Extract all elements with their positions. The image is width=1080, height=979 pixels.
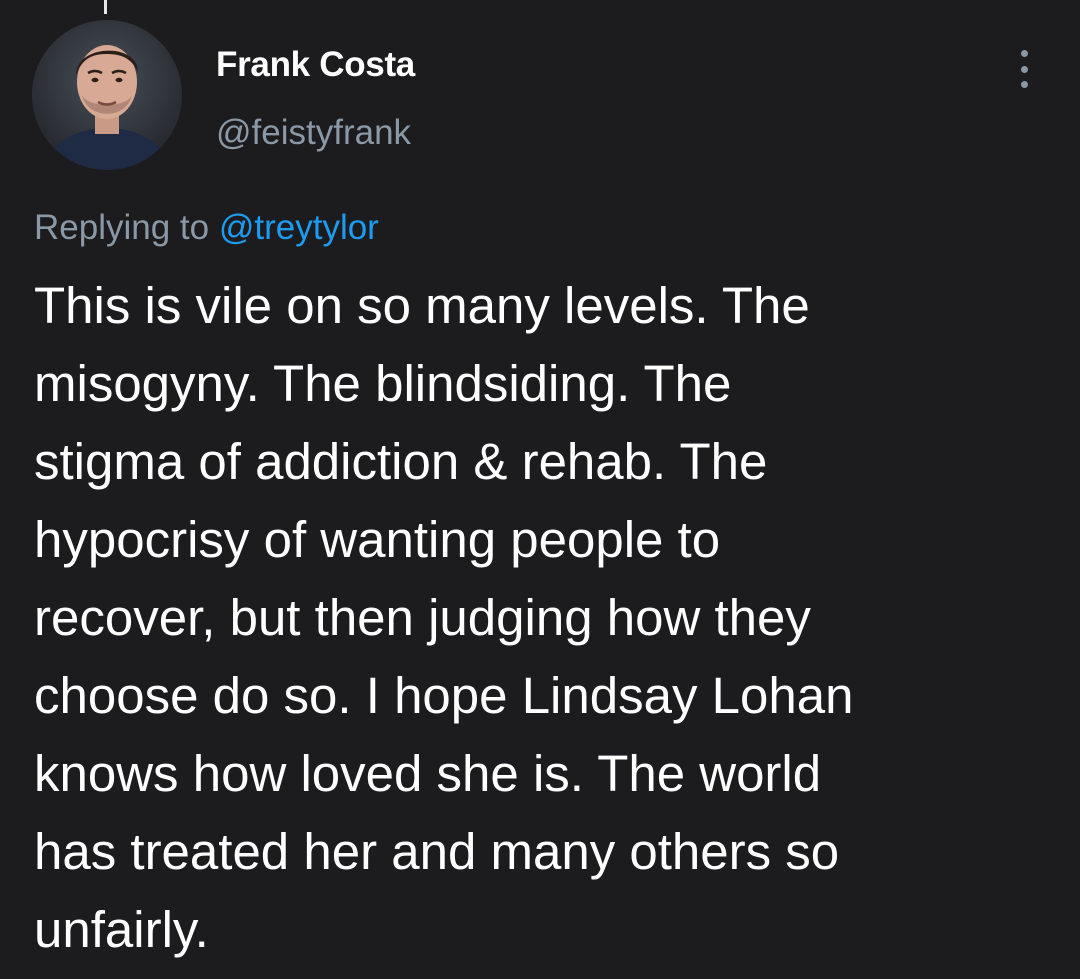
- tweet-text-line: has treated her and many others so: [34, 823, 840, 880]
- tweet-text-line: unfairly.: [34, 901, 209, 958]
- author-display-name[interactable]: Frank Costa: [216, 44, 415, 86]
- tweet-text-line: recover, but then judging how they: [34, 589, 811, 646]
- reply-mention-link[interactable]: @treytylor: [219, 208, 379, 247]
- tweet-text-line: stigma of addiction & rehab. The: [34, 433, 768, 490]
- tweet-text: This is vile on so many levels. The miso…: [34, 267, 1044, 969]
- tweet-text-line: choose do so. I hope Lindsay Lohan: [34, 667, 854, 724]
- tweet-text-line: knows how loved she is. The world: [34, 745, 822, 802]
- more-vertical-icon: [1020, 50, 1028, 57]
- tweet-text-line: misogyny. The blindsiding. The: [34, 355, 732, 412]
- avatar[interactable]: [32, 20, 182, 170]
- thread-connector-line: [104, 0, 107, 14]
- reply-context: Replying to @treytylor: [34, 207, 379, 249]
- avatar-photo: [32, 20, 182, 170]
- more-options-button[interactable]: [1004, 44, 1044, 94]
- tweet-text-line: hypocrisy of wanting people to: [34, 511, 721, 568]
- more-vertical-icon-dot: [1020, 81, 1028, 88]
- reply-context-prefix: Replying to: [34, 208, 210, 247]
- more-vertical-icon-dot: [1020, 65, 1028, 73]
- author-handle[interactable]: @feistyfrank: [216, 112, 411, 154]
- tweet-text-line: This is vile on so many levels. The: [34, 277, 810, 334]
